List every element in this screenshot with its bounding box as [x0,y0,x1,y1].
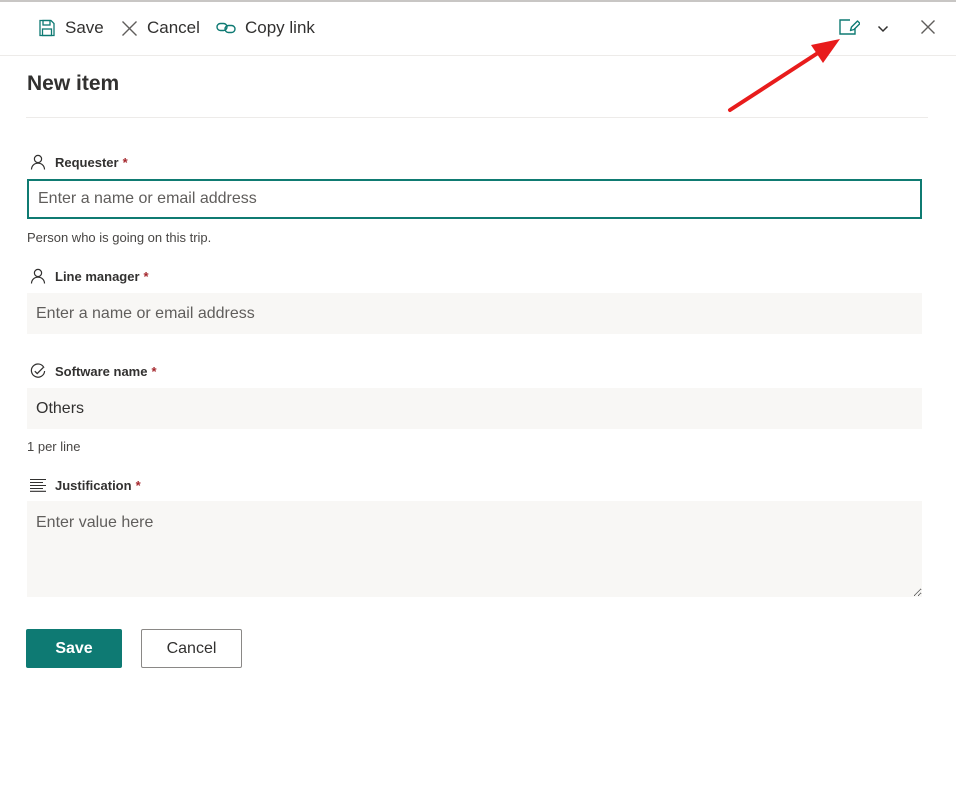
link-icon [216,21,236,35]
person-icon [30,154,46,170]
required-marker: * [135,477,141,493]
line-manager-label-text: Line manager [55,268,140,284]
required-marker: * [151,363,157,379]
save-icon [38,19,56,37]
required-marker: * [143,268,149,284]
toolbar-save-label: Save [65,18,104,37]
close-icon [121,20,138,37]
requester-label: Requester * [30,152,128,172]
chevron-down-icon [877,20,889,38]
requester-input[interactable] [27,179,922,219]
requester-label-text: Requester [55,154,119,170]
text-lines-icon [30,477,46,493]
toolbar-copy-link-label: Copy link [245,18,315,37]
close-panel-button[interactable] [916,17,940,41]
required-marker: * [122,154,128,170]
cancel-button[interactable]: Cancel [141,629,242,668]
justification-textarea[interactable] [27,501,922,597]
toolbar-copy-link-button[interactable]: Copy link [216,15,315,41]
justification-label-text: Justification [55,477,132,493]
requester-help-text: Person who is going on this trip. [27,230,212,245]
command-bar: Save Cancel Copy link [0,2,956,56]
edit-form-menu-button[interactable] [871,17,895,41]
person-icon [30,268,46,284]
form-title: New item [27,72,120,95]
close-icon [920,19,936,40]
line-manager-label: Line manager * [30,266,149,286]
title-divider [26,117,928,118]
toolbar-cancel-button[interactable]: Cancel [121,15,200,41]
toolbar-cancel-label: Cancel [147,18,200,37]
software-name-label: Software name * [30,361,157,381]
edit-form-button[interactable] [837,17,861,41]
software-name-input[interactable] [27,388,922,429]
check-circle-icon [30,363,46,379]
edit-form-icon [838,17,861,42]
software-name-label-text: Software name [55,363,148,379]
justification-label: Justification * [30,475,141,495]
toolbar-save-button[interactable]: Save [38,15,104,41]
line-manager-input[interactable] [27,293,922,334]
save-button[interactable]: Save [26,629,122,668]
software-name-help-text: 1 per line [27,439,81,454]
